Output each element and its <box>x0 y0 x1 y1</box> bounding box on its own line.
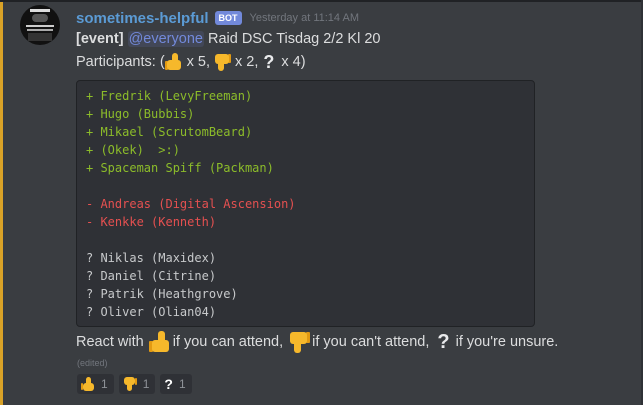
no-count: x 2, <box>235 54 259 70</box>
thumbs-down-icon <box>123 377 137 391</box>
attending-line: + Mikael (ScrutomBeard) <box>86 125 253 139</box>
not-attending-line: - Andreas (Digital Ascension) <box>86 197 296 211</box>
reaction-thumbs-up[interactable]: 1 <box>77 374 114 394</box>
unsure-line: ? Patrik (Heathgrove) <box>86 287 238 301</box>
question-mark-icon: ? <box>263 52 275 72</box>
yes-count: x 5, <box>186 54 211 70</box>
participants-label: Participants: ( <box>76 54 165 70</box>
thumbs-down-icon <box>288 331 311 353</box>
question-mark-icon: ? <box>164 376 173 392</box>
react-prefix: React with <box>76 334 144 350</box>
reaction-count: 1 <box>178 377 186 391</box>
react-instructions: React with if you can attend, if you can… <box>76 331 558 353</box>
attending-line: + Spaceman Spiff (Packman) <box>86 161 274 175</box>
unsure-line: ? Oliver (Olian04) <box>86 305 217 319</box>
maybe-count: x 4) <box>281 54 306 70</box>
reactions-bar: 1 1 ? 1 <box>77 374 197 394</box>
thumbs-down-icon <box>213 53 232 71</box>
bot-badge: BOT <box>214 11 242 25</box>
avatar[interactable] <box>20 5 60 45</box>
attending-line: + (Okek) >:) <box>86 143 180 157</box>
reaction-count: 1 <box>101 377 108 391</box>
thumbs-up-icon <box>148 331 171 353</box>
mention-highlight-bar <box>0 2 3 405</box>
username[interactable]: sometimes-helpful <box>76 10 209 27</box>
participants-line: Participants: ( x 5, x 2, ? x 4) <box>76 53 306 71</box>
attending-line: + Fredrik (LevyFreeman) <box>86 89 253 103</box>
reaction-question[interactable]: ? 1 <box>160 374 192 394</box>
reaction-thumbs-down[interactable]: 1 <box>118 374 156 394</box>
react-maybe-text: if you're unsure. <box>455 334 559 350</box>
event-title-line: [event] @everyone Raid DSC Tisdag 2/2 Kl… <box>76 31 380 47</box>
unsure-line: ? Daniel (Citrine) <box>86 269 217 283</box>
timestamp[interactable]: Yesterday at 11:14 AM <box>250 12 359 24</box>
unsure-line: ? Niklas (Maxidex) <box>86 251 217 265</box>
reaction-count: 1 <box>142 377 150 391</box>
code-block: + Fredrik (LevyFreeman) + Hugo (Bubbis) … <box>76 80 535 327</box>
react-no-text: if you can't attend, <box>312 334 430 350</box>
everyone-mention[interactable]: @everyone <box>127 31 204 47</box>
message-header: sometimes-helpful BOT Yesterday at 11:14… <box>76 8 359 28</box>
thumbs-up-icon <box>81 377 95 391</box>
event-tag: [event] <box>76 31 124 47</box>
edited-label: (edited) <box>77 358 108 368</box>
attending-line: + Hugo (Bubbis) <box>86 107 195 121</box>
top-border <box>0 0 643 2</box>
thumbs-up-icon <box>164 53 183 71</box>
event-title: Raid DSC Tisdag 2/2 Kl 20 <box>207 31 381 47</box>
question-mark-icon: ? <box>437 331 450 353</box>
react-yes-text: if you can attend, <box>172 334 284 350</box>
not-attending-line: - Kenkke (Kenneth) <box>86 215 217 229</box>
